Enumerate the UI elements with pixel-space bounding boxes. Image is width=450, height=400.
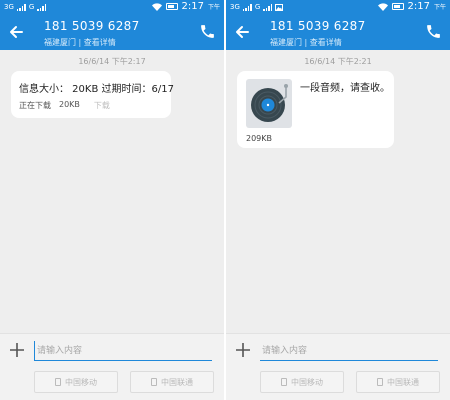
signal-icon-2: [37, 3, 47, 11]
sim-card-icon: [281, 378, 287, 386]
network-type-2: G: [254, 3, 261, 11]
network-type-2: G: [28, 3, 35, 11]
message-text: 一段音频，请查收。: [300, 83, 390, 94]
phone-icon[interactable]: [199, 23, 216, 40]
status-right: 2:17 下午: [377, 1, 446, 12]
plus-icon[interactable]: [9, 342, 25, 358]
send-sim2-button[interactable]: 中国联通: [130, 371, 214, 393]
audio-thumbnail[interactable]: [246, 79, 292, 128]
status-bar: 3G G 2:17 下午: [226, 0, 450, 14]
back-arrow-icon[interactable]: [232, 22, 252, 42]
audio-message-bubble[interactable]: 一段音频，请查收。 209KB: [237, 71, 394, 148]
signal-icon-2: [263, 3, 273, 11]
network-type: 3G: [4, 3, 14, 11]
clock-ampm: 下午: [433, 4, 446, 11]
sim1-label: 中国移动: [65, 377, 97, 387]
composer: 中国移动 中国联通: [0, 333, 224, 400]
phone-icon[interactable]: [425, 23, 442, 40]
clock-ampm: 下午: [207, 4, 220, 11]
vinyl-record-icon: [251, 84, 288, 122]
message-input[interactable]: [260, 341, 438, 361]
battery-icon: [391, 3, 404, 10]
sim-card-icon: [151, 378, 157, 386]
message-input[interactable]: [34, 341, 212, 361]
sim2-label: 中国联通: [161, 377, 193, 387]
message-timestamp: 16/6/14 下午2:17: [78, 57, 146, 66]
contact-subtitle[interactable]: 福建厦门 | 查看详情: [44, 37, 116, 48]
download-row: 正在下载 20KB 下载: [19, 100, 110, 111]
send-sim1-button[interactable]: 中国移动: [34, 371, 118, 393]
send-sim2-button[interactable]: 中国联通: [356, 371, 440, 393]
mms-notification-bubble[interactable]: 信息大小： 20KB 过期时间：6/17 正在下载 20KB 下载: [11, 71, 174, 118]
signal-indicators: 3G G: [230, 3, 284, 11]
composer: 中国移动 中国联通: [226, 333, 450, 400]
sim1-label: 中国移动: [291, 377, 323, 387]
sim-card-icon: [55, 378, 61, 386]
signal-indicators: 3G G: [4, 3, 47, 11]
app-bar: 181 5039 6287 福建厦门 | 查看详情: [0, 14, 224, 50]
clock: 2:17: [407, 1, 430, 12]
wifi-icon: [151, 2, 162, 11]
left-screen: 3G G 2:17 下午 181 5039 6287 福建厦门 | 查看详情 1…: [0, 0, 224, 400]
back-arrow-icon[interactable]: [6, 22, 26, 42]
status-right: 2:17 下午: [151, 1, 220, 12]
download-button[interactable]: 下载: [94, 100, 110, 111]
battery-icon: [165, 3, 178, 10]
download-status: 正在下载: [19, 101, 51, 110]
right-screen: 3G G 2:17 下午 181 5039 6287 福建厦门 | 查看详情 1…: [226, 0, 450, 400]
mms-info: 信息大小： 20KB 过期时间：6/17: [19, 84, 174, 95]
contact-number: 181 5039 6287: [44, 19, 140, 33]
wifi-icon: [377, 2, 388, 11]
sim-card-icon: [377, 378, 383, 386]
sim2-label: 中国联通: [387, 377, 419, 387]
contact-number: 181 5039 6287: [270, 19, 366, 33]
download-size: 20KB: [59, 100, 80, 109]
signal-icon: [242, 3, 252, 11]
contact-subtitle[interactable]: 福建厦门 | 查看详情: [270, 37, 342, 48]
clock: 2:17: [181, 1, 204, 12]
image-icon: [275, 3, 284, 11]
plus-icon[interactable]: [235, 342, 251, 358]
attachment-size: 209KB: [246, 134, 273, 143]
network-type: 3G: [230, 3, 240, 11]
signal-icon: [16, 3, 26, 11]
app-bar: 181 5039 6287 福建厦门 | 查看详情: [226, 14, 450, 50]
send-sim1-button[interactable]: 中国移动: [260, 371, 344, 393]
message-timestamp: 16/6/14 下午2:21: [304, 57, 372, 66]
status-bar: 3G G 2:17 下午: [0, 0, 224, 14]
